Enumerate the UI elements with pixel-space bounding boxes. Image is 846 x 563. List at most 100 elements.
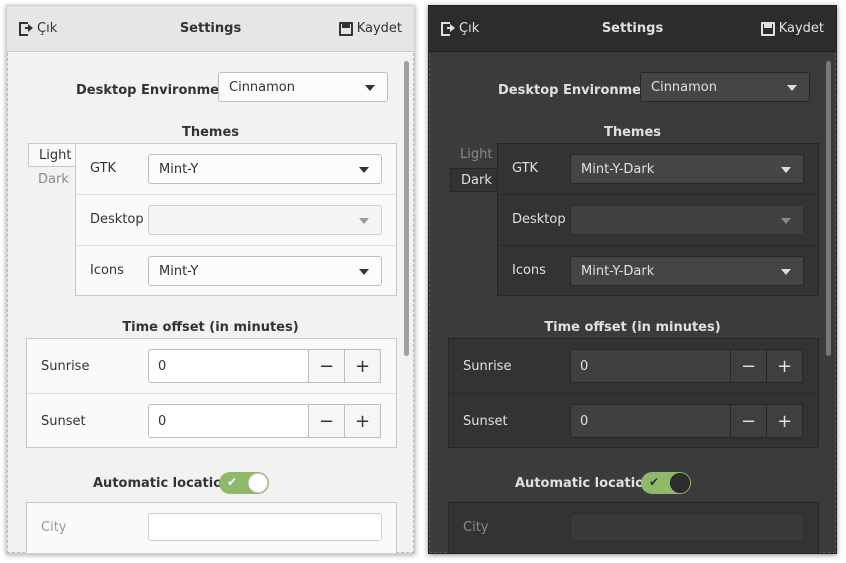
gtk-theme-value: Mint-Y-Dark [581,161,655,177]
sunset-increment-button[interactable]: + [766,404,803,438]
desktop-theme-combo[interactable] [570,205,804,235]
header-bar: Çık Settings Kaydet [429,6,836,52]
tab-light[interactable]: Light [450,143,502,167]
sunset-label: Sunset [463,414,508,429]
switch-knob [248,473,268,493]
scrollbar[interactable] [404,61,409,356]
desktop-environment-value: Cinnamon [651,79,717,95]
icon-theme-combo[interactable]: Mint-Y [148,256,382,286]
chevron-down-icon [781,269,791,275]
save-label: Kaydet [778,21,824,36]
sunrise-decrement-button[interactable]: − [308,349,345,383]
sunrise-decrement-button[interactable]: − [730,349,767,383]
themes-panel: GTK Mint-Y-Dark Desktop Icons Mint-Y-Dar… [497,143,819,296]
sunset-input[interactable]: 0 [148,404,309,438]
settings-window-light: Çık Settings Kaydet Desktop Environment … [6,5,415,554]
check-icon: ✔ [649,475,660,489]
sunrise-increment-button[interactable]: + [766,349,803,383]
exit-label: Çık [37,21,58,36]
exit-icon [19,21,33,36]
desktop-theme-label: Desktop [90,212,144,227]
chevron-down-icon [359,167,369,173]
sunset-decrement-button[interactable]: − [730,404,767,438]
desktop-environment-value: Cinnamon [229,79,295,95]
save-label: Kaydet [356,21,402,36]
divider [498,245,818,246]
tab-dark[interactable]: Dark [450,168,502,192]
save-button[interactable]: Kaydet [760,21,824,36]
automatic-location-label: Automatic location [515,476,654,491]
divider [27,393,396,394]
gtk-theme-value: Mint-Y [159,161,199,177]
city-input[interactable] [570,513,804,541]
sunrise-label: Sunrise [463,359,512,374]
icon-theme-combo[interactable]: Mint-Y-Dark [570,256,804,286]
gtk-label: GTK [512,161,539,176]
sunset-value: 0 [158,413,167,429]
location-panel: City [448,502,819,553]
time-offset-panel: Sunrise 0 − + Sunset 0 − + [26,338,397,448]
sunset-label: Sunset [41,414,86,429]
city-input[interactable] [148,513,382,541]
icons-label: Icons [512,263,546,278]
sunrise-increment-button[interactable]: + [344,349,381,383]
sunset-value: 0 [580,413,589,429]
themes-panel: GTK Mint-Y Desktop Icons Mint-Y [75,143,397,296]
exit-button[interactable]: Çık [19,21,57,36]
gtk-theme-combo[interactable]: Mint-Y-Dark [570,154,804,184]
exit-icon [441,21,455,36]
sunset-decrement-button[interactable]: − [308,404,345,438]
automatic-location-switch[interactable]: ✔ [219,472,269,494]
chevron-down-icon [365,85,375,91]
desktop-environment-label: Desktop Environment [498,83,657,98]
exit-label: Çık [459,21,480,36]
chevron-down-icon [359,269,369,275]
settings-content: Desktop Environment Cinnamon Themes Ligh… [7,53,414,553]
chevron-down-icon [787,85,797,91]
sunrise-input[interactable]: 0 [570,349,731,383]
divider [76,245,396,246]
save-button[interactable]: Kaydet [338,21,402,36]
desktop-environment-combo[interactable]: Cinnamon [218,72,388,102]
exit-button[interactable]: Çık [441,21,479,36]
city-label: City [41,520,67,535]
chevron-down-icon [781,167,791,173]
themes-title: Themes [603,125,662,140]
gtk-label: GTK [90,161,117,176]
sunrise-label: Sunrise [41,359,90,374]
switch-knob [670,473,690,493]
divider [76,194,396,195]
sunrise-value: 0 [580,358,589,374]
icon-theme-value: Mint-Y-Dark [581,263,655,279]
sunrise-input[interactable]: 0 [148,349,309,383]
save-icon [338,21,353,36]
desktop-environment-label: Desktop Environment [76,83,235,98]
city-label: City [463,520,489,535]
time-offset-panel: Sunrise 0 − + Sunset 0 − + [448,338,819,448]
chevron-down-icon [781,218,791,224]
divider [449,393,818,394]
check-icon: ✔ [227,475,238,489]
save-icon [760,21,775,36]
location-panel: City [26,502,397,553]
sunset-increment-button[interactable]: + [344,404,381,438]
gtk-theme-combo[interactable]: Mint-Y [148,154,382,184]
icon-theme-value: Mint-Y [159,263,199,279]
desktop-environment-combo[interactable]: Cinnamon [640,72,810,102]
tab-light[interactable]: Light [28,143,82,167]
time-offset-title: Time offset (in minutes) [544,320,721,335]
themes-title: Themes [181,125,240,140]
sunset-input[interactable]: 0 [570,404,731,438]
settings-content: Desktop Environment Cinnamon Themes Ligh… [429,53,836,553]
header-bar: Çık Settings Kaydet [7,6,414,52]
sunrise-value: 0 [158,358,167,374]
scrollbar[interactable] [826,61,831,356]
automatic-location-switch[interactable]: ✔ [641,472,691,494]
tab-dark[interactable]: Dark [28,168,79,192]
chevron-down-icon [359,218,369,224]
desktop-theme-combo[interactable] [148,205,382,235]
time-offset-title: Time offset (in minutes) [122,320,299,335]
icons-label: Icons [90,263,124,278]
desktop-theme-label: Desktop [512,212,566,227]
divider [498,194,818,195]
